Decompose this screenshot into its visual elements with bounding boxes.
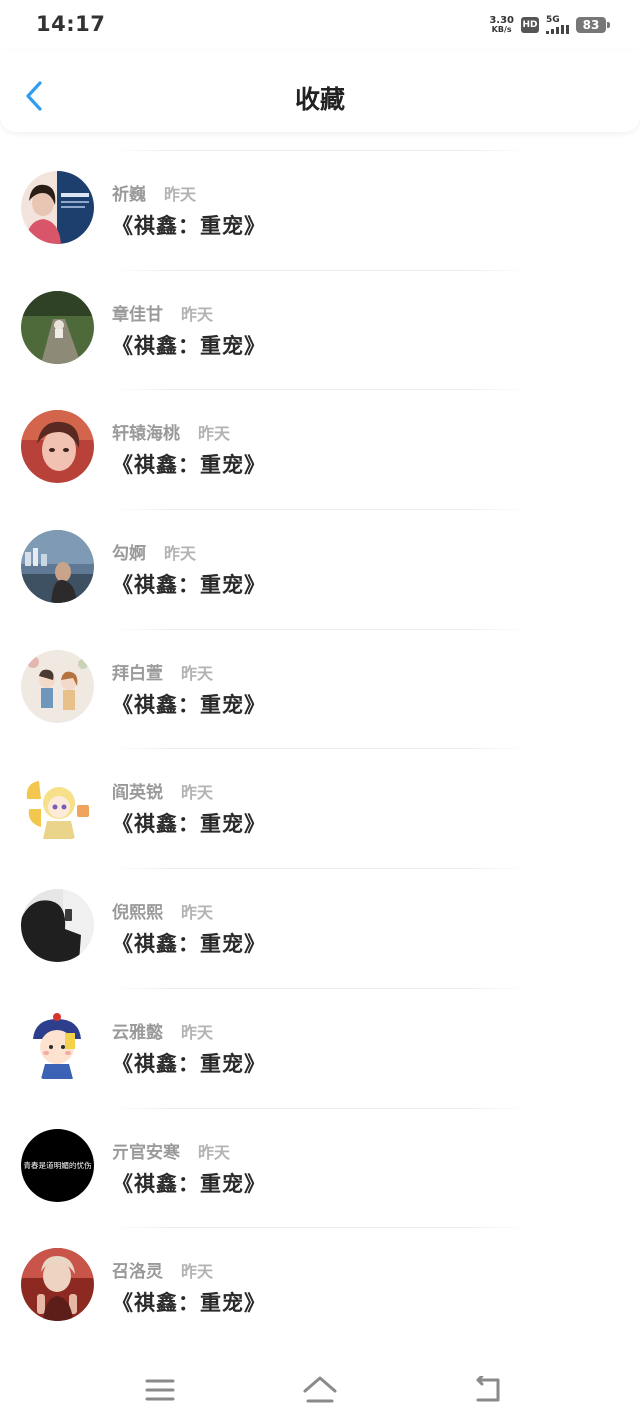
divider	[110, 269, 530, 271]
item-title[interactable]: 《祺鑫：重宠》	[112, 1168, 266, 1198]
list-item[interactable]: 云雅懿 昨天 《祺鑫：重宠》	[0, 987, 640, 1108]
time-label: 昨天	[181, 663, 214, 683]
list-item[interactable]: 倪熙熙 昨天 《祺鑫：重宠》	[0, 868, 640, 988]
time-label: 昨天	[164, 544, 197, 564]
signal-indicator: 5G	[546, 16, 569, 34]
menu-button[interactable]	[138, 1370, 182, 1410]
list-item[interactable]: 阎英锐 昨天 《祺鑫：重宠》	[0, 748, 640, 868]
avatar[interactable]: 青春是道明媚的忧伤	[21, 1128, 94, 1202]
time-label: 昨天	[181, 1262, 214, 1282]
divider	[110, 868, 530, 870]
list-item[interactable]: 青春是道明媚的忧伤 亓官安寒 昨天 《祺鑫：重宠》	[0, 1107, 640, 1228]
back-icon	[476, 1376, 500, 1402]
network-speed: 3.30 KB/s	[489, 15, 514, 35]
item-meta: 亓官安寒 昨天	[112, 1138, 230, 1163]
time-label: 昨天	[198, 1142, 231, 1162]
status-time: 14:17	[36, 12, 106, 36]
divider	[110, 509, 530, 511]
status-bar: 14:17 3.30 KB/s HD 5G 83	[0, 0, 640, 50]
list-item[interactable]: 祈巍 昨天 《祺鑫：重宠》	[0, 150, 640, 270]
home-button[interactable]	[298, 1370, 342, 1410]
menu-icon	[145, 1379, 175, 1401]
list-item[interactable]: 轩辕海桃 昨天 《祺鑫：重宠》	[0, 389, 640, 509]
item-meta: 阎英锐 昨天	[112, 778, 213, 803]
avatar[interactable]	[21, 1008, 94, 1082]
user-name: 章佳甘	[112, 304, 163, 325]
avatar[interactable]	[21, 530, 94, 604]
item-title[interactable]: 《祺鑫：重宠》	[112, 449, 266, 479]
item-meta: 云雅懿 昨天	[112, 1018, 213, 1043]
user-name: 拜白萱	[112, 663, 163, 684]
user-name: 轩辕海桃	[112, 424, 180, 445]
item-meta: 轩辕海桃 昨天	[112, 419, 230, 444]
time-label: 昨天	[181, 1022, 214, 1042]
item-title[interactable]: 《祺鑫：重宠》	[112, 689, 266, 719]
user-name: 阎英锐	[112, 783, 163, 804]
avatar-text: 青春是道明媚的忧伤	[23, 1160, 92, 1170]
header: 收藏	[0, 50, 640, 132]
home-icon	[303, 1376, 337, 1403]
user-name: 召洛灵	[112, 1262, 163, 1283]
item-title[interactable]: 《祺鑫：重宠》	[112, 330, 266, 360]
user-name: 亓官安寒	[112, 1142, 180, 1163]
item-title[interactable]: 《祺鑫：重宠》	[112, 928, 266, 958]
network-speed-unit: KB/s	[491, 25, 512, 34]
user-name: 勾婀	[112, 544, 146, 565]
divider	[110, 628, 530, 630]
item-meta: 倪熙熙 昨天	[112, 898, 213, 923]
status-indicators: 3.30 KB/s HD 5G 83	[489, 14, 610, 36]
time-label: 昨天	[181, 783, 214, 803]
item-title[interactable]: 《祺鑫：重宠》	[112, 210, 266, 240]
avatar[interactable]	[21, 290, 94, 364]
item-meta: 召洛灵 昨天	[112, 1257, 213, 1282]
time-label: 昨天	[181, 304, 214, 324]
page-title: 收藏	[294, 85, 345, 114]
list-item[interactable]: 勾婀 昨天 《祺鑫：重宠》	[0, 509, 640, 629]
hd-badge: HD	[521, 17, 539, 33]
avatar[interactable]	[21, 1248, 94, 1322]
divider	[110, 987, 530, 989]
item-title[interactable]: 《祺鑫：重宠》	[112, 569, 266, 599]
avatar[interactable]	[21, 649, 94, 723]
signal-label: 5G	[546, 15, 560, 25]
divider	[110, 748, 530, 750]
time-label: 昨天	[181, 903, 214, 923]
divider	[110, 389, 530, 391]
divider	[110, 1107, 530, 1109]
item-meta: 祈巍 昨天	[112, 180, 196, 205]
item-title[interactable]: 《祺鑫：重宠》	[112, 1048, 266, 1078]
list-item[interactable]: 拜白萱 昨天 《祺鑫：重宠》	[0, 628, 640, 749]
list-item[interactable]: 召洛灵 昨天 《祺鑫：重宠》	[0, 1227, 640, 1347]
item-meta: 章佳甘 昨天	[112, 300, 213, 325]
time-label: 昨天	[198, 424, 231, 444]
item-title[interactable]: 《祺鑫：重宠》	[112, 1287, 266, 1317]
user-name: 倪熙熙	[112, 903, 163, 924]
avatar[interactable]	[21, 889, 94, 963]
avatar[interactable]	[21, 769, 94, 843]
favorites-list: 祈巍 昨天 《祺鑫：重宠》 章佳甘 昨天 《祺鑫：重宠》 轩辕海桃 昨天 《祺鑫…	[0, 150, 640, 1347]
bottom-nav	[0, 1352, 640, 1427]
item-meta: 拜白萱 昨天	[112, 659, 213, 684]
network-speed-value: 3.30	[489, 15, 514, 26]
battery-icon: 83	[576, 17, 610, 33]
avatar[interactable]	[21, 171, 94, 244]
list-item[interactable]: 章佳甘 昨天 《祺鑫：重宠》	[0, 269, 640, 390]
avatar[interactable]	[21, 410, 94, 484]
back-nav-button[interactable]	[466, 1370, 510, 1410]
user-name: 云雅懿	[112, 1022, 163, 1043]
divider	[110, 150, 530, 151]
item-meta: 勾婀 昨天	[112, 539, 196, 564]
item-title[interactable]: 《祺鑫：重宠》	[112, 808, 266, 838]
user-name: 祈巍	[112, 185, 146, 205]
time-label: 昨天	[164, 185, 197, 204]
signal-bars-icon	[546, 25, 569, 34]
divider	[110, 1227, 530, 1229]
